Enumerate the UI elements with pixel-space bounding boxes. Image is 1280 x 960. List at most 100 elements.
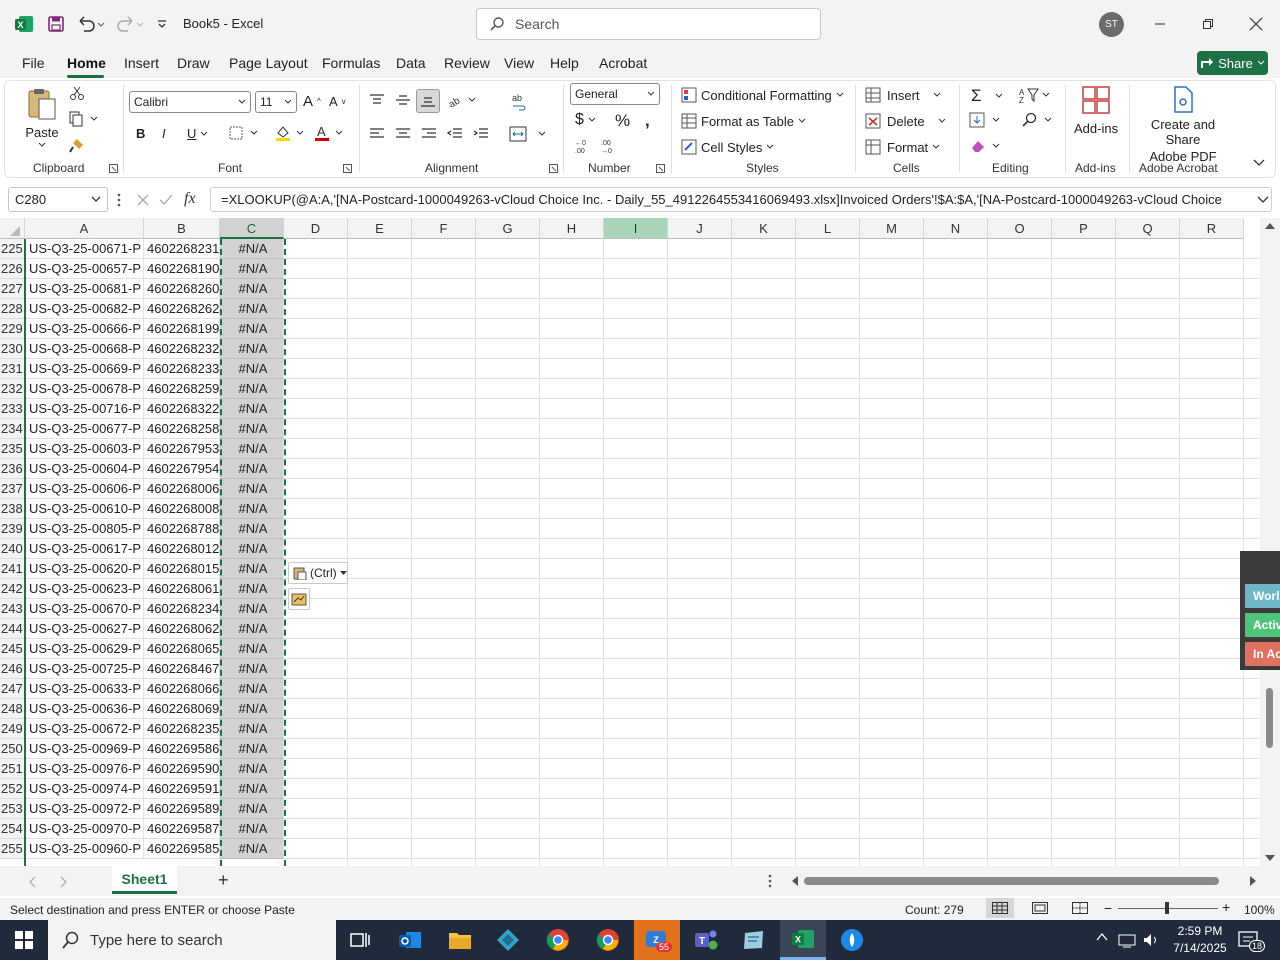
row-header[interactable]: 255 xyxy=(0,839,24,859)
row-header[interactable]: 237 xyxy=(0,479,24,499)
app-diamond-icon[interactable] xyxy=(488,924,528,956)
decrease-indent-icon[interactable] xyxy=(447,127,463,141)
cell-b[interactable]: 4602268066 xyxy=(144,679,220,699)
align-middle-icon[interactable] xyxy=(395,93,411,107)
align-right-icon[interactable] xyxy=(421,127,437,141)
cell-a[interactable]: US-Q3-25-00681-P xyxy=(26,279,144,299)
row-header[interactable]: 230 xyxy=(0,339,24,359)
tab-help[interactable]: Help xyxy=(550,55,579,71)
zoom-level[interactable]: 100% xyxy=(1244,903,1275,917)
increase-decimal-icon[interactable]: ←0.00 xyxy=(575,138,593,154)
row-header[interactable]: 241 xyxy=(0,559,24,579)
row-header[interactable]: 238 xyxy=(0,499,24,519)
cell-b[interactable]: 4602268259 xyxy=(144,379,220,399)
chrome-profile-icon[interactable] xyxy=(588,924,628,956)
comma-style-icon[interactable]: , xyxy=(645,111,650,131)
format-as-table-button[interactable]: Format as Table xyxy=(681,113,806,129)
column-header-c[interactable]: C xyxy=(220,218,284,239)
page-break-view-icon[interactable] xyxy=(1072,902,1088,914)
number-format-select[interactable]: General xyxy=(570,83,660,105)
zoom-out-icon[interactable]: − xyxy=(1104,900,1112,916)
row-header[interactable]: 227 xyxy=(0,279,24,299)
decrease-font-size-icon[interactable]: Av xyxy=(329,94,346,109)
row-header[interactable]: 249 xyxy=(0,719,24,739)
row-header[interactable]: 251 xyxy=(0,759,24,779)
column-header-p[interactable]: P xyxy=(1052,218,1116,239)
cell-b[interactable]: 4602268260 xyxy=(144,279,220,299)
column-header-a[interactable]: A xyxy=(25,218,144,239)
customize-toolbar-icon[interactable] xyxy=(150,12,174,36)
excel-taskbar-icon[interactable]: X xyxy=(780,920,826,960)
row-header[interactable]: 242 xyxy=(0,579,24,599)
share-button[interactable]: Share xyxy=(1197,51,1268,75)
cell-a[interactable]: US-Q3-25-00974-P xyxy=(26,779,144,799)
vertical-scrollbar[interactable] xyxy=(1260,218,1280,866)
cell-b[interactable]: 4602268069 xyxy=(144,699,220,719)
row-header[interactable]: 253 xyxy=(0,799,24,819)
cell-b[interactable]: 4602268062 xyxy=(144,619,220,639)
cell-b[interactable]: 4602267953 xyxy=(144,439,220,459)
column-header-n[interactable]: N xyxy=(924,218,988,239)
restore-icon[interactable] xyxy=(1196,12,1220,36)
row-header[interactable]: 226 xyxy=(0,259,24,279)
cell-a[interactable]: US-Q3-25-00617-P xyxy=(26,539,144,559)
cell-a[interactable]: US-Q3-25-00606-P xyxy=(26,479,144,499)
cell-b[interactable]: 4602269591 xyxy=(144,779,220,799)
dialog-launcher-icon[interactable] xyxy=(343,164,352,173)
row-header[interactable]: 245 xyxy=(0,639,24,659)
cell-a[interactable]: US-Q3-25-00969-P xyxy=(26,739,144,759)
cell-a[interactable]: US-Q3-25-00603-P xyxy=(26,439,144,459)
redo-icon[interactable] xyxy=(112,12,146,36)
vertical-scroll-thumb[interactable] xyxy=(1266,688,1273,748)
column-header-j[interactable]: J xyxy=(668,218,732,239)
save-icon[interactable] xyxy=(44,12,68,36)
cell-a[interactable]: US-Q3-25-00668-P xyxy=(26,339,144,359)
cell-a[interactable]: US-Q3-25-00670-P xyxy=(26,599,144,619)
cell-a[interactable]: US-Q3-25-00970-P xyxy=(26,819,144,839)
paste-options-button[interactable]: (Ctrl) xyxy=(288,562,348,584)
cell-b[interactable]: 4602269586 xyxy=(144,739,220,759)
autosum-icon[interactable]: Σ xyxy=(971,86,1004,106)
cell-a[interactable]: US-Q3-25-00610-P xyxy=(26,499,144,519)
row-header[interactable]: 250 xyxy=(0,739,24,759)
tab-home[interactable]: Home xyxy=(67,55,106,71)
zoho-cliq-icon[interactable]: Z 55 xyxy=(634,920,680,960)
font-name-select[interactable]: Calibri xyxy=(129,91,251,113)
column-header-h[interactable]: H xyxy=(540,218,604,239)
cell-b[interactable]: 4602268231 xyxy=(144,239,220,259)
column-header-r[interactable]: R xyxy=(1180,218,1244,239)
row-header[interactable]: 239 xyxy=(0,519,24,539)
cell-b[interactable]: 4602268233 xyxy=(144,359,220,379)
cell-a[interactable]: US-Q3-25-00604-P xyxy=(26,459,144,479)
windows-start-icon[interactable] xyxy=(4,924,44,956)
normal-view-icon[interactable] xyxy=(986,898,1014,918)
increase-indent-icon[interactable] xyxy=(473,127,489,141)
cell-a[interactable]: US-Q3-25-00620-P xyxy=(26,559,144,579)
taskbar-search[interactable]: Type here to search xyxy=(48,920,336,960)
cell-b[interactable]: 4602268015 xyxy=(144,559,220,579)
cell-b[interactable]: 4602268190 xyxy=(144,259,220,279)
tab-page-layout[interactable]: Page Layout xyxy=(229,55,308,71)
cell-b[interactable]: 4602268012 xyxy=(144,539,220,559)
sheet-tab-sheet1[interactable]: Sheet1 xyxy=(112,866,177,894)
row-header[interactable]: 240 xyxy=(0,539,24,559)
row-header[interactable]: 246 xyxy=(0,659,24,679)
row-header[interactable]: 235 xyxy=(0,439,24,459)
font-color-icon[interactable]: A xyxy=(314,124,344,142)
show-hidden-icons-icon[interactable] xyxy=(1096,933,1108,941)
name-box[interactable]: C280 xyxy=(8,187,108,212)
cell-b[interactable]: 4602269590 xyxy=(144,759,220,779)
wrap-text-icon[interactable]: ab xyxy=(511,93,527,111)
cell-b[interactable]: 4602269589 xyxy=(144,799,220,819)
decrease-decimal-icon[interactable]: .00 →0 xyxy=(601,138,619,154)
enter-icon[interactable] xyxy=(158,193,174,207)
cell-b[interactable]: 4602268262 xyxy=(144,299,220,319)
copy-icon[interactable] xyxy=(69,111,99,127)
dialog-launcher-icon[interactable] xyxy=(549,164,558,173)
sort-filter-icon[interactable]: AZ xyxy=(1019,87,1053,103)
dialog-launcher-icon[interactable] xyxy=(656,164,665,173)
next-sheet-icon[interactable] xyxy=(60,876,68,888)
dialog-launcher-icon[interactable] xyxy=(109,164,118,173)
row-header[interactable]: 248 xyxy=(0,699,24,719)
cell-b[interactable]: 4602268199 xyxy=(144,319,220,339)
